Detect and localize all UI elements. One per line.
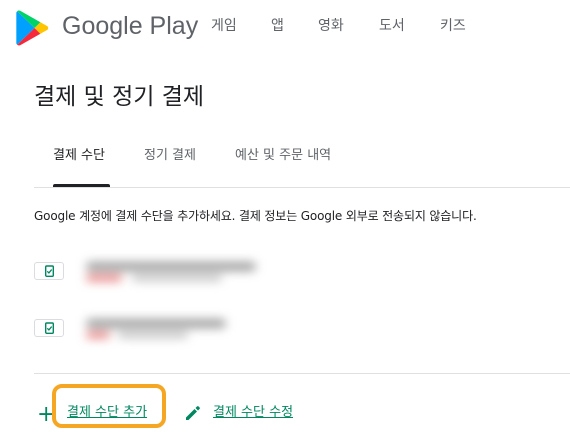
tab-budget-order-history[interactable]: 예산 및 주문 내역 (235, 147, 331, 165)
edit-payment-methods-link[interactable]: 결제 수단 수정 (213, 404, 293, 422)
pencil-icon[interactable] (184, 404, 202, 422)
nav-item-movies[interactable]: 영화 (318, 17, 344, 35)
card-check-icon (34, 262, 64, 280)
nav-item-apps[interactable]: 앱 (271, 17, 284, 35)
google-play-wordmark[interactable]: Google Play (62, 11, 198, 41)
nav-item-books[interactable]: 도서 (379, 17, 405, 35)
card-check-icon (34, 319, 64, 337)
add-payment-method-link[interactable]: 결제 수단 추가 (67, 404, 147, 422)
payment-info-text: Google 계정에 결제 수단을 추가하세요. 결제 정보는 Google 외… (34, 209, 477, 223)
tab-subscriptions[interactable]: 정기 결제 (144, 147, 196, 165)
tab-payment-methods[interactable]: 결제 수단 (53, 147, 105, 165)
tabs-divider (34, 187, 570, 188)
payment-method-row[interactable] (34, 256, 544, 290)
nav-item-kids[interactable]: 키즈 (440, 17, 466, 35)
page-title: 결제 및 정기 결제 (34, 84, 205, 110)
section-divider (34, 373, 570, 374)
top-header: Google Play 게임 앱 영화 도서 키즈 (0, 0, 570, 54)
nav-item-games[interactable]: 게임 (211, 17, 237, 35)
google-play-logo-icon[interactable] (16, 10, 49, 46)
redacted-card-details (82, 256, 258, 286)
payment-method-row[interactable] (34, 313, 544, 347)
redacted-card-details (82, 313, 258, 343)
